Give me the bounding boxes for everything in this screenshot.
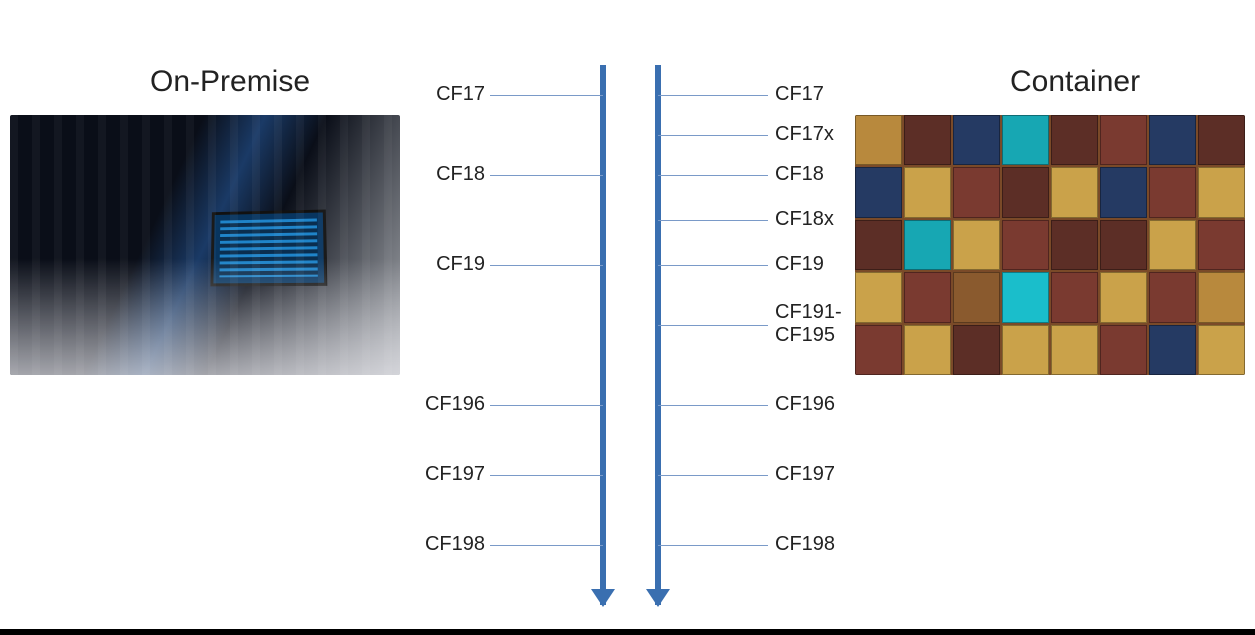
- tick-right: [658, 405, 768, 406]
- tick-left: [490, 405, 603, 406]
- version-label-right: CF197: [775, 463, 835, 486]
- version-label-right: CF198: [775, 533, 835, 556]
- tick-right: [658, 175, 768, 176]
- version-label-left: CF197: [395, 463, 485, 486]
- tick-left: [490, 95, 603, 96]
- container-image: [855, 115, 1245, 375]
- timeline-arrow-left-icon: [600, 65, 606, 605]
- version-timeline: CF17CF18CF19CF196CF197CF198CF17CF17xCF18…: [430, 65, 825, 620]
- on-premise-image: [10, 115, 400, 375]
- tick-right: [658, 325, 768, 326]
- container-grid-icon: [855, 115, 1245, 375]
- version-label-right: CF17: [775, 83, 824, 106]
- tick-right: [658, 135, 768, 136]
- tick-right: [658, 220, 768, 221]
- tick-right: [658, 545, 768, 546]
- version-label-left: CF198: [395, 533, 485, 556]
- version-label-right: CF18x: [775, 208, 834, 231]
- version-label-right: CF18: [775, 163, 824, 186]
- version-label-right: CF19: [775, 253, 824, 276]
- version-label-left: CF18: [395, 163, 485, 186]
- title-container: Container: [1010, 65, 1140, 99]
- server-monitor-icon: [210, 209, 327, 286]
- tick-left: [490, 475, 603, 476]
- tick-right: [658, 475, 768, 476]
- version-label-right: CF191- CF195: [775, 301, 842, 347]
- slide-bottom-border: [0, 629, 1255, 635]
- version-label-left: CF17: [395, 83, 485, 106]
- tick-right: [658, 95, 768, 96]
- tick-left: [490, 265, 603, 266]
- version-label-right: CF17x: [775, 123, 834, 146]
- tick-left: [490, 545, 603, 546]
- timeline-arrow-right-icon: [655, 65, 661, 605]
- version-label-right: CF196: [775, 393, 835, 416]
- tick-left: [490, 175, 603, 176]
- diagram-stage: On-Premise Container CF17 CF18 CF19 CF196 CF…: [0, 0, 1255, 635]
- tick-right: [658, 265, 768, 266]
- version-label-left: CF19: [395, 253, 485, 276]
- title-on-premise: On-Premise: [150, 65, 310, 99]
- version-label-left: CF196: [395, 393, 485, 416]
